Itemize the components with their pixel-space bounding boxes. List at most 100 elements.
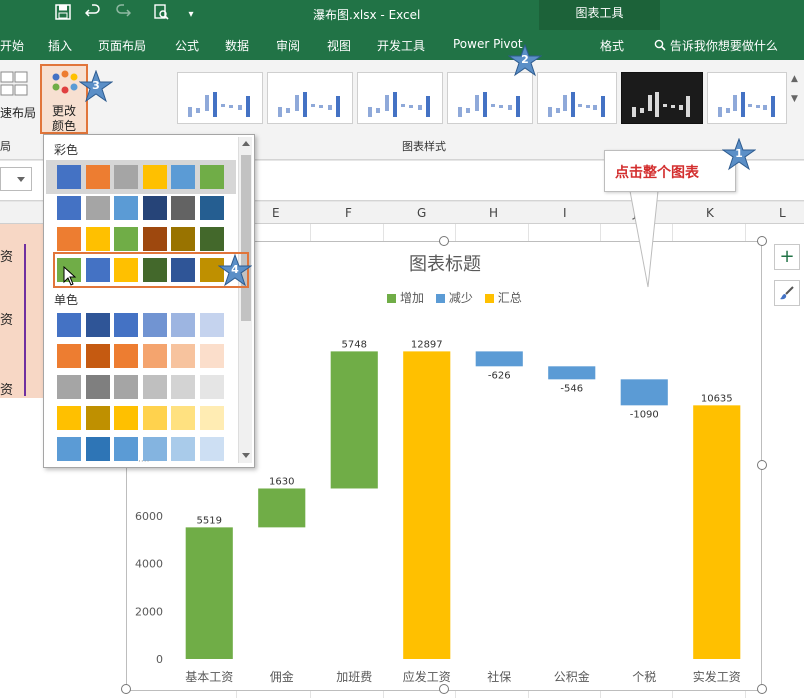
thumb-bar — [392, 91, 397, 117]
thumb-bar — [507, 105, 512, 110]
tab-home[interactable]: 开始 — [0, 37, 24, 54]
column-header-e[interactable]: E — [272, 206, 280, 220]
dropdown-scrollbar[interactable] — [238, 137, 252, 463]
chart-resize-handle[interactable] — [757, 684, 767, 694]
column-header-f[interactable]: F — [345, 206, 352, 220]
redo-icon[interactable] — [110, 3, 136, 27]
chart-styles-button[interactable] — [774, 280, 800, 306]
styles-scroll-down-icon[interactable]: ▼ — [791, 94, 798, 104]
bar-increase[interactable] — [330, 351, 378, 489]
colorful-palette-row-2[interactable] — [57, 196, 231, 222]
chart-style-thumb-2[interactable] — [267, 72, 353, 124]
color-swatch — [85, 165, 110, 189]
mouse-cursor-icon — [63, 266, 77, 286]
callout-pointer — [629, 191, 659, 288]
quick-layout-button[interactable]: 速布局 — [0, 64, 36, 134]
mono-palette-row-1[interactable] — [57, 313, 231, 339]
tab-page-layout[interactable]: 页面布局 — [98, 37, 146, 54]
tab-developer[interactable]: 开发工具 — [377, 37, 425, 54]
thumb-bar — [458, 106, 462, 117]
scrollbar-thumb[interactable] — [241, 155, 251, 321]
color-swatch — [171, 165, 195, 189]
color-swatch — [57, 165, 81, 189]
step-number: 2 — [521, 53, 529, 66]
color-swatch — [142, 375, 167, 399]
column-header-h[interactable]: H — [489, 206, 498, 220]
color-swatch — [57, 313, 81, 337]
chart-tools-context-label: 图表工具 — [539, 0, 660, 30]
x-category-label: 公积金 — [554, 669, 590, 684]
bar-decrease[interactable] — [620, 379, 668, 406]
customize-toolbar-icon[interactable]: ▾ — [178, 3, 204, 27]
color-swatch — [199, 165, 224, 189]
tab-data[interactable]: 数据 — [225, 37, 249, 54]
thumb-bar — [632, 106, 636, 117]
bar-increase[interactable] — [185, 527, 233, 659]
color-swatch — [85, 313, 110, 337]
mono-palette-row-4[interactable] — [57, 406, 231, 432]
name-box[interactable] — [0, 167, 32, 191]
column-header-g[interactable]: G — [417, 206, 426, 220]
thumb-bar — [425, 96, 430, 117]
thumb-bar — [319, 105, 324, 108]
tab-review[interactable]: 审阅 — [276, 37, 300, 54]
column-header-l[interactable]: L — [779, 206, 786, 220]
tell-me-search[interactable]: 告诉我你想要做什么 — [654, 37, 778, 54]
chart-resize-handle[interactable] — [757, 236, 767, 246]
bar-total[interactable] — [693, 405, 741, 659]
scroll-down-icon[interactable] — [242, 453, 250, 458]
column-header-i[interactable]: I — [563, 206, 567, 220]
save-icon[interactable] — [50, 3, 76, 27]
quick-layout-icon — [0, 71, 28, 96]
thumb-bar — [482, 91, 487, 117]
chart-style-thumb-6[interactable] — [621, 72, 703, 124]
resize-grip[interactable]: ···· — [138, 457, 149, 467]
thumb-bar — [600, 96, 605, 117]
thumb-bar — [663, 104, 667, 108]
chart-resize-handle[interactable] — [439, 236, 449, 246]
chart-layouts-group-label: 局 — [0, 140, 11, 153]
chart-elements-button[interactable]: + — [774, 244, 800, 270]
color-swatch — [57, 196, 81, 220]
thumb-bar — [678, 105, 683, 110]
colorful-palette-row-1[interactable] — [57, 165, 231, 191]
color-swatch — [114, 375, 138, 399]
color-swatch — [114, 313, 138, 337]
bar-total[interactable] — [403, 351, 451, 659]
bar-decrease[interactable] — [475, 351, 523, 367]
column-header-k[interactable]: K — [706, 206, 714, 220]
data-label: 12897 — [411, 339, 443, 350]
chart-style-thumb-4[interactable] — [447, 72, 533, 124]
thumb-bar — [755, 105, 760, 108]
chart-resize-handle[interactable] — [757, 460, 767, 470]
chart-style-thumb-5[interactable] — [537, 72, 617, 124]
undo-icon[interactable] — [80, 3, 106, 27]
instruction-callout: 点击整个图表 — [604, 150, 736, 192]
search-icon — [654, 39, 666, 51]
tab-format[interactable]: 格式 — [600, 37, 624, 54]
mono-palette-row-2[interactable] — [57, 344, 231, 370]
mono-palette-row-3[interactable] — [57, 375, 231, 401]
color-swatch — [199, 227, 224, 251]
bar-increase[interactable] — [258, 488, 306, 528]
color-swatch — [171, 406, 195, 430]
color-swatch — [57, 437, 81, 461]
color-swatch — [142, 406, 167, 430]
tab-view[interactable]: 视图 — [327, 37, 351, 54]
ribbon-tab-bar: 开始 插入 页面布局 公式 数据 审阅 视图 开发工具 Power Pivot … — [0, 30, 804, 90]
chart-style-thumb-7[interactable] — [707, 72, 787, 124]
tab-formulas[interactable]: 公式 — [175, 37, 199, 54]
colorful-palette-row-3[interactable] — [57, 227, 231, 253]
color-swatch — [199, 437, 224, 461]
chart-resize-handle[interactable] — [439, 684, 449, 694]
styles-scroll-up-icon[interactable]: ▲ — [791, 74, 798, 84]
thumb-bar — [376, 108, 381, 113]
chart-resize-handle[interactable] — [121, 684, 131, 694]
print-preview-icon[interactable] — [148, 3, 174, 27]
color-swatch — [85, 227, 110, 251]
tab-insert[interactable]: 插入 — [48, 37, 72, 54]
thumb-bar — [294, 94, 299, 111]
bar-decrease[interactable] — [548, 366, 596, 380]
chart-style-thumb-3[interactable] — [357, 72, 443, 124]
scroll-up-icon[interactable] — [242, 141, 250, 146]
